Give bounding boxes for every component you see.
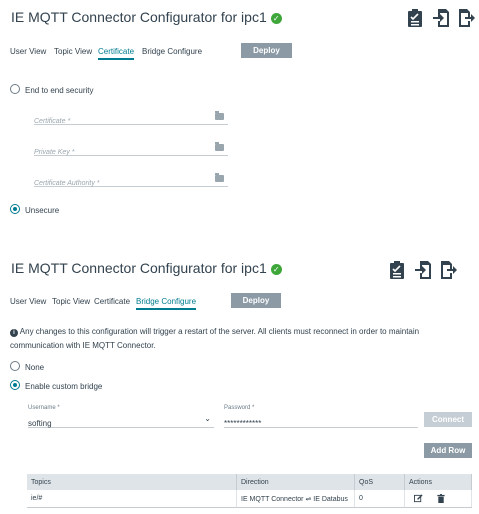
import-icon[interactable] <box>415 261 431 279</box>
chevron-down-icon[interactable]: ⌄ <box>204 414 211 423</box>
folder-icon[interactable] <box>215 111 224 120</box>
private-key-placeholder: Private Key * <box>34 149 75 156</box>
password-label: Password * <box>224 405 255 411</box>
folder-icon[interactable] <box>215 173 224 182</box>
header-actions: Actions <box>404 474 472 490</box>
restart-info: i Any changes to this configuration will… <box>10 325 472 353</box>
check-icon: ✓ <box>270 13 282 24</box>
info-text-line2: communication with IE MQTT Connector. <box>10 341 156 350</box>
page-title: IE MQTT Connector Configurator for ipc1 ✓ <box>11 9 282 25</box>
table-row: ie/# IE MQTT Connector ⇌ IE Databus 0 <box>27 490 472 508</box>
cell-actions <box>404 490 472 508</box>
info-text-line1: Any changes to this configuration will t… <box>19 327 420 336</box>
certificate-authority-field[interactable]: Certificate Authority * <box>34 172 228 187</box>
tab-user-view[interactable]: User View <box>10 297 46 306</box>
import-icon[interactable] <box>433 9 449 27</box>
radio-end-to-end[interactable] <box>10 84 20 94</box>
radio-unsecure[interactable] <box>10 204 20 214</box>
tab-bridge-configure[interactable]: Bridge Configure <box>142 47 202 56</box>
tab-topic-view[interactable]: Topic View <box>52 297 90 306</box>
deploy-button[interactable]: Deploy <box>241 43 292 58</box>
password-field[interactable]: ************ <box>224 413 418 428</box>
password-value: ************ <box>224 419 262 428</box>
username-value: softing <box>28 419 52 428</box>
clipboard-check-icon[interactable] <box>407 9 423 27</box>
certificate-authority-placeholder: Certificate Authority * <box>34 180 100 187</box>
header-actions <box>407 9 475 27</box>
table-header-row: Topics Direction QoS Actions <box>27 474 472 490</box>
tab-certificate[interactable]: Certificate <box>98 47 135 60</box>
tab-user-view[interactable]: User View <box>10 47 46 56</box>
certificate-placeholder: Certificate * <box>34 118 71 125</box>
export-icon[interactable] <box>459 9 475 27</box>
header-topics: Topics <box>27 474 237 490</box>
direction-arrow-icon: ⇌ <box>305 495 312 503</box>
username-label: Username * <box>28 405 60 411</box>
cell-topic[interactable]: ie/# <box>27 490 237 508</box>
direction-from: IE MQTT Connector <box>241 495 304 503</box>
page-title: IE MQTT Connector Configurator for ipc1 ✓ <box>11 260 282 276</box>
connect-button[interactable]: Connect <box>424 412 472 427</box>
tab-topic-view[interactable]: Topic View <box>54 47 92 56</box>
radio-custom-bridge[interactable] <box>10 380 20 390</box>
folder-icon[interactable] <box>215 142 224 151</box>
header-actions <box>389 261 457 279</box>
option-unsecure[interactable]: Unsecure <box>10 204 59 215</box>
direction-to: IE Databus <box>313 495 348 503</box>
export-icon[interactable] <box>441 261 457 279</box>
trash-icon[interactable] <box>437 493 445 503</box>
option-none[interactable]: None <box>10 361 44 372</box>
cell-direction[interactable]: IE MQTT Connector ⇌ IE Databus <box>236 490 355 508</box>
tab-bridge-configure[interactable]: Bridge Configure <box>136 297 197 310</box>
private-key-field[interactable]: Private Key * <box>34 141 228 156</box>
add-row-button[interactable]: Add Row <box>424 443 472 458</box>
info-icon: i <box>10 329 18 337</box>
option-end-to-end[interactable]: End to end security <box>10 84 93 95</box>
tab-certificate[interactable]: Certificate <box>94 297 130 306</box>
edit-icon[interactable] <box>414 493 423 503</box>
bridge-table: Topics Direction QoS Actions ie/# IE MQT… <box>27 474 472 508</box>
header-direction: Direction <box>236 474 355 490</box>
clipboard-check-icon[interactable] <box>389 261 405 279</box>
username-select[interactable]: softing ⌄ <box>28 413 214 428</box>
certificate-field[interactable]: Certificate * <box>34 110 228 125</box>
deploy-button[interactable]: Deploy <box>231 293 281 308</box>
option-custom-bridge[interactable]: Enable custom bridge <box>10 380 102 391</box>
radio-none[interactable] <box>10 361 20 371</box>
check-icon: ✓ <box>270 264 282 275</box>
cell-qos[interactable]: 0 <box>354 490 405 508</box>
header-qos: QoS <box>354 474 405 490</box>
